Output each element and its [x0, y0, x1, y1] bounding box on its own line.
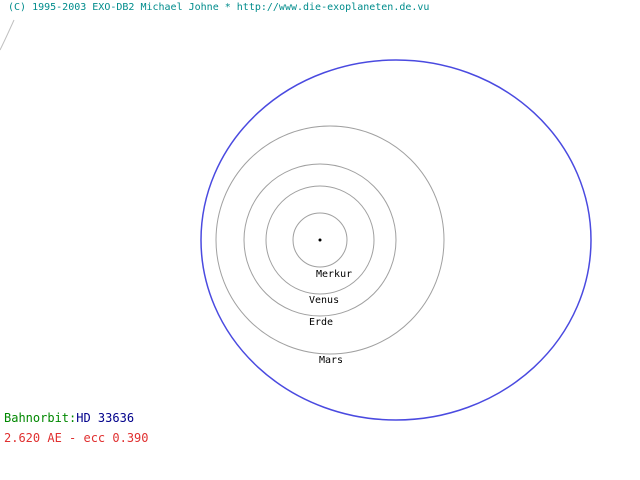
star-name: HD 33636: [76, 411, 135, 425]
orbit-label-row: Bahnorbit:HD 33636: [4, 411, 134, 425]
planet-label-venus: Venus: [309, 295, 339, 306]
planet-label-merkur: Merkur: [316, 269, 352, 280]
orbit-label: Bahnorbit:: [4, 411, 77, 425]
planet-label-mars: Mars: [319, 355, 343, 366]
orbit-elements: 2.620 AE - ecc 0.390: [4, 431, 149, 445]
orbit-diagram: Merkur Venus Erde Mars: [0, 19, 592, 421]
credit-line: (C) 1995-2003 EXO-DB2 Michael Johne * ht…: [8, 2, 430, 13]
central-star: [318, 238, 322, 242]
planet-label-erde: Erde: [309, 317, 333, 328]
outer-orbit-arc: [0, 19, 15, 51]
